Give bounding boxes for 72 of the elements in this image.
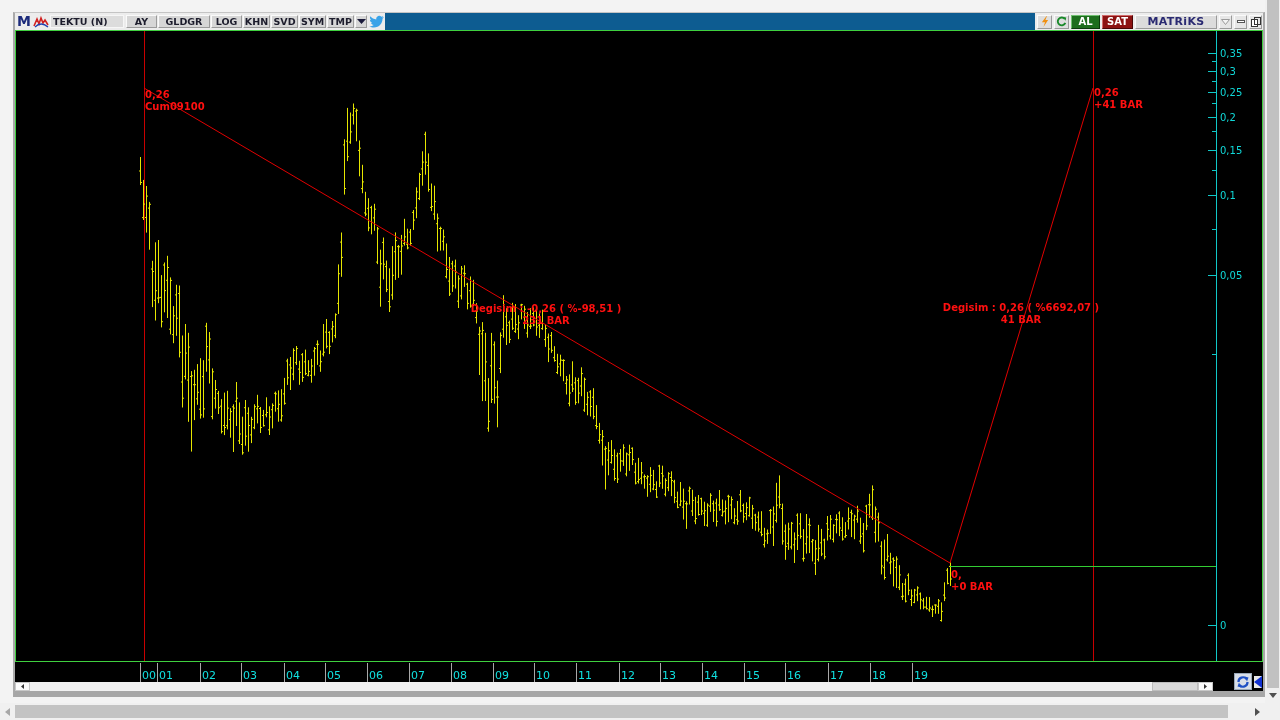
x-axis-label: 01 [159,669,173,682]
app-logo: M [17,14,29,29]
trade-button[interactable]: AL [1071,14,1100,29]
scroll-left-button[interactable] [15,682,30,691]
caret-down-icon [356,19,366,24]
x-axis-label: 18 [872,669,886,682]
x-axis-label: 07 [411,669,425,682]
minimize-button[interactable] [1234,14,1247,29]
x-axis-label: 00 [142,669,156,682]
chart-annotation: +0 BAR [951,581,993,592]
toolbar-button[interactable]: GLDGR [158,15,210,28]
trade-button[interactable]: SAT [1102,14,1133,29]
y-axis-label: 0 [1220,620,1227,631]
y-axis-label: 0,3 [1220,66,1236,77]
chart-annotation: 0,26 [1094,87,1119,98]
y-axis-label: 0,1 [1220,190,1236,201]
dropdown-button[interactable] [355,15,367,28]
x-axis-label: 06 [369,669,383,682]
caret-right-icon [1255,707,1260,716]
toolbar-button[interactable]: SVD [271,15,298,28]
brand-button[interactable]: MATRiKS [1135,14,1217,29]
toolbar-button[interactable]: TMP [327,15,354,28]
y-axis-label: 0,05 [1220,270,1243,281]
x-axis-label: 11 [578,669,592,682]
caret-right-icon [1204,684,1207,689]
x-axis-label: 13 [662,669,676,682]
y-axis-label: 0,35 [1220,48,1243,59]
chart-annotation: 0, [951,569,962,580]
refresh-button[interactable] [1054,14,1069,29]
x-axis-label: 03 [243,669,257,682]
x-axis-label: 19 [914,669,928,682]
x-axis-label: 09 [495,669,509,682]
vertical-scrollbar-thumb[interactable] [1267,0,1279,688]
chart-annotation: +41 BAR [1094,99,1143,110]
toolbar-button[interactable]: KHN [243,15,270,28]
y-axis-label: 0,2 [1220,112,1236,123]
x-axis-label: 05 [327,669,341,682]
x-axis-label: 12 [621,669,635,682]
caret-left-icon [21,684,24,689]
x-axis-label: 14 [704,669,718,682]
x-axis-label: 04 [286,669,300,682]
scrollbar-thumb[interactable] [1152,682,1198,691]
lightning-icon [1040,16,1049,27]
x-axis-label: 15 [746,669,760,682]
horizontal-scrollbar[interactable] [15,682,1213,691]
lightning-button[interactable] [1037,14,1052,29]
toolbar-button[interactable]: AY [126,15,157,28]
y-axis-label: 0,25 [1220,87,1243,98]
chart-annotation: 41 BAR [1000,314,1042,325]
refresh-icon [1236,674,1250,689]
x-axis-label: 16 [787,669,801,682]
line-chart-icon [33,15,49,28]
toolbar-button[interactable]: SYM [299,15,326,28]
caret-down-icon [1268,693,1277,698]
sync-button[interactable] [1234,673,1252,690]
left-arrow-icon[interactable] [1254,676,1262,688]
toolbar-button[interactable]: LOG [211,15,242,28]
x-axis-label: 08 [453,669,467,682]
restore-icon [1250,16,1261,27]
horizontal-scrollbar-thumb[interactable] [15,705,1228,718]
x-axis-label: 10 [536,669,550,682]
caret-down-icon [1221,18,1230,25]
caret-left-icon [5,707,10,716]
scroll-right-button[interactable] [1198,682,1213,691]
circular-arrow-icon [1056,16,1067,27]
minimize-icon [1236,20,1245,23]
restore-button[interactable] [1249,14,1262,29]
symbol-field[interactable]: TEKTU (N) [50,15,124,28]
x-axis-label: 02 [202,669,216,682]
x-axis-label: 17 [830,669,844,682]
chart-annotation: Degisim : 0,26 ( %6692,07 ) [942,302,1100,313]
y-axis-label: 0,15 [1220,145,1243,156]
